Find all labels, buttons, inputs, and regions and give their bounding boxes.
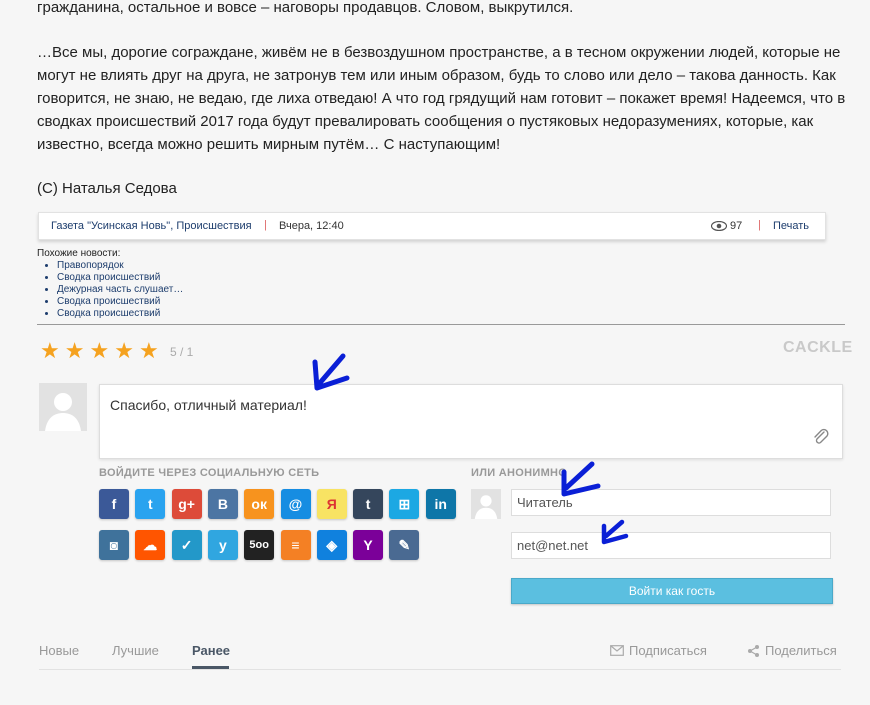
divider [37, 324, 845, 325]
comment-text: Спасибо, отличный материал! [110, 397, 307, 413]
tab-best[interactable]: Лучшие [112, 643, 159, 658]
livejournal-icon[interactable]: ✎ [389, 530, 420, 560]
subscribe-label: Подписаться [629, 643, 707, 658]
source-comma: , [170, 220, 174, 232]
linkedin-icon[interactable]: in [425, 489, 456, 519]
similar-news-item[interactable]: Сводка происшествий [57, 308, 183, 320]
similar-news-item[interactable]: Сводка происшествий [57, 272, 183, 284]
star-icon[interactable]: ★ [40, 340, 60, 362]
guest-email-input[interactable]: net@net.net [511, 532, 831, 559]
cackle-logo[interactable]: CACKLE [783, 339, 853, 357]
windows-icon[interactable]: ⊞ [389, 489, 420, 519]
star-icon[interactable]: ★ [89, 340, 109, 362]
similar-news-link[interactable]: Сводка происшествий [57, 308, 160, 319]
guest-login-button[interactable]: Войти как гость [511, 578, 833, 604]
star-icon[interactable]: ★ [114, 340, 134, 362]
eye-icon [711, 221, 727, 231]
mailru-icon[interactable]: @ [280, 489, 311, 519]
dropbox-icon[interactable]: ◈ [316, 530, 347, 560]
yandex-icon[interactable]: Я [316, 489, 347, 519]
vk-icon[interactable]: B [207, 489, 238, 519]
foursquare-icon[interactable]: ✓ [171, 530, 202, 560]
tumblr-icon[interactable]: t [353, 489, 384, 519]
user-avatar [39, 383, 87, 431]
article-signature: (С) Наталья Седова [37, 180, 177, 197]
attach-icon[interactable] [812, 428, 830, 446]
star-icon[interactable]: ★ [65, 340, 85, 362]
similar-news-item[interactable]: Правопорядок [57, 260, 183, 272]
odnoklassniki-icon[interactable]: ок [244, 489, 275, 519]
annotation-arrow [312, 353, 350, 391]
tab-older[interactable]: Ранее [192, 643, 230, 658]
tab-new[interactable]: Новые [39, 643, 79, 658]
stackoverflow-icon[interactable]: ≡ [280, 530, 311, 560]
annotation-arrow [601, 519, 629, 545]
google-plus-icon[interactable]: g+ [171, 489, 202, 519]
social-login-label: ВОЙДИТЕ ЧЕРЕЗ СОЦИАЛЬНУЮ СЕТЬ [99, 467, 320, 479]
article-source: Газета "Усинская Новь", Происшествия [51, 220, 252, 232]
separator: | [758, 219, 761, 231]
similar-news-link[interactable]: Правопорядок [57, 260, 124, 271]
rating-stars[interactable]: ★ ★ ★ ★ ★ [40, 340, 159, 362]
article-date: Вчера, 12:40 [279, 220, 344, 232]
share-icon [748, 644, 759, 657]
view-count: 97 [730, 220, 743, 232]
article-paragraph-1: гражданина, остальное и вовсе – наговоры… [37, 0, 574, 16]
similar-news-link[interactable]: Сводка происшествий [57, 272, 160, 283]
annotation-arrow [561, 461, 601, 497]
similar-news-link[interactable]: Дежурная часть слушает… [57, 284, 183, 295]
avatar-placeholder-icon [471, 489, 501, 519]
similar-news: Похожие новости: ПравопорядокСводка прои… [37, 248, 183, 320]
similar-news-item[interactable]: Сводка происшествий [57, 296, 183, 308]
envelope-icon [610, 645, 624, 656]
rating-label: 5 / 1 [170, 345, 194, 359]
subscribe-link[interactable]: Подписаться [610, 643, 707, 658]
article-info-bar: Газета "Усинская Новь", Происшествия | В… [38, 212, 826, 240]
comment-textarea[interactable]: Спасибо, отличный материал! [99, 384, 843, 459]
star-icon[interactable]: ★ [139, 340, 159, 362]
share-label: Поделиться [765, 643, 837, 658]
similar-news-title: Похожие новости: [37, 248, 121, 259]
similar-news-list: ПравопорядокСводка происшествийДежурная … [37, 260, 183, 320]
similar-news-link[interactable]: Сводка происшествий [57, 296, 160, 307]
avatar-placeholder-icon [39, 383, 87, 431]
similar-news-item[interactable]: Дежурная часть слушает… [57, 284, 183, 296]
yahoo-icon[interactable]: Y [353, 530, 384, 560]
source-link[interactable]: Газета "Усинская Новь" [51, 220, 170, 232]
tabs-divider [39, 669, 841, 670]
soundcloud-icon[interactable]: ☁ [135, 530, 166, 560]
guest-avatar [471, 489, 501, 519]
instagram-icon[interactable]: ◙ [99, 530, 129, 560]
article-paragraph-2: …Все мы, дорогие сограждане, живём не в … [37, 44, 846, 153]
print-link[interactable]: Печать [773, 220, 809, 232]
facebook-icon[interactable]: f [99, 489, 129, 519]
category-link[interactable]: Происшествия [176, 220, 251, 232]
500px-icon[interactable]: 5oo [244, 530, 275, 560]
twitter-icon[interactable]: t [135, 489, 166, 519]
yahoo-answers-icon[interactable]: у [207, 530, 238, 560]
share-link[interactable]: Поделиться [747, 643, 837, 658]
separator: | [264, 219, 267, 231]
